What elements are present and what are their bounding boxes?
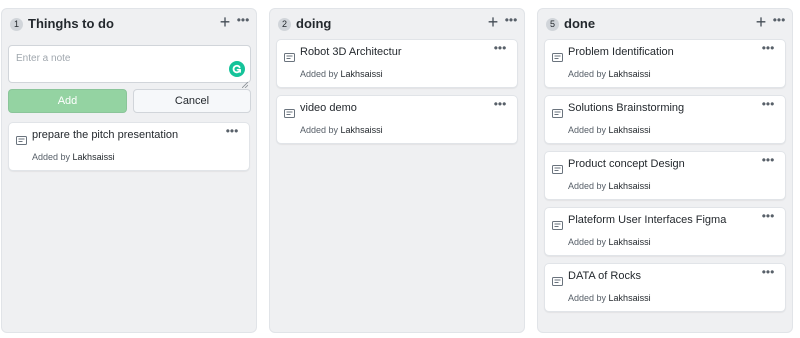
- plus-icon[interactable]: +: [754, 13, 768, 31]
- author-name[interactable]: Lakhsaissi: [609, 293, 651, 303]
- plus-icon[interactable]: +: [218, 13, 232, 31]
- note-card[interactable]: Product concept Design Added by Lakhsais…: [544, 151, 786, 200]
- card-title: Plateform User Interfaces Figma: [568, 214, 727, 226]
- card-title: video demo: [300, 102, 357, 114]
- author-name[interactable]: Lakhsaissi: [609, 237, 651, 247]
- card-count-badge: 5: [546, 18, 559, 31]
- card-title: Product concept Design: [568, 158, 685, 170]
- ellipsis-icon[interactable]: •••: [235, 11, 251, 29]
- column-todo: 1 Thinghs to do + ••• Add Cancel prepare…: [1, 8, 257, 333]
- column-doing: 2 doing + ••• Robot 3D Architectur Added…: [269, 8, 525, 333]
- note-card[interactable]: DATA of Rocks Added by Lakhsaissi •••: [544, 263, 786, 312]
- add-button[interactable]: Add: [8, 89, 127, 113]
- card-count-badge: 1: [10, 18, 23, 31]
- card-meta: Added by Lakhsaissi: [568, 293, 651, 303]
- card-meta: Added by Lakhsaissi: [32, 152, 115, 162]
- column-header: 1 Thinghs to do + •••: [2, 9, 256, 37]
- card-ellipsis-icon[interactable]: •••: [760, 153, 776, 167]
- card-meta: Added by Lakhsaissi: [300, 69, 383, 79]
- note-icon: [552, 217, 563, 230]
- added-by-label: Added by: [568, 181, 607, 191]
- card-ellipsis-icon[interactable]: •••: [224, 124, 240, 138]
- author-name[interactable]: Lakhsaissi: [609, 181, 651, 191]
- column-title: done: [564, 16, 596, 31]
- note-card[interactable]: video demo Added by Lakhsaissi •••: [276, 95, 518, 144]
- note-icon: [552, 273, 563, 286]
- resize-handle-icon[interactable]: [241, 75, 249, 89]
- added-by-label: Added by: [300, 69, 339, 79]
- ellipsis-icon[interactable]: •••: [771, 11, 787, 29]
- note-card[interactable]: Robot 3D Architectur Added by Lakhsaissi…: [276, 39, 518, 88]
- note-icon: [284, 49, 295, 62]
- card-meta: Added by Lakhsaissi: [568, 69, 651, 79]
- note-icon: [16, 132, 27, 145]
- note-icon: [284, 105, 295, 118]
- note-card[interactable]: Problem Identification Added by Lakhsais…: [544, 39, 786, 88]
- card-ellipsis-icon[interactable]: •••: [760, 265, 776, 279]
- card-meta: Added by Lakhsaissi: [568, 237, 651, 247]
- note-card[interactable]: Plateform User Interfaces Figma Added by…: [544, 207, 786, 256]
- added-by-label: Added by: [568, 69, 607, 79]
- card-count-badge: 2: [278, 18, 291, 31]
- card-meta: Added by Lakhsaissi: [568, 181, 651, 191]
- ellipsis-icon[interactable]: •••: [503, 11, 519, 29]
- note-icon: [552, 161, 563, 174]
- added-by-label: Added by: [568, 125, 607, 135]
- plus-icon[interactable]: +: [486, 13, 500, 31]
- added-by-label: Added by: [32, 152, 71, 162]
- author-name[interactable]: Lakhsaissi: [609, 125, 651, 135]
- note-icon: [552, 105, 563, 118]
- card-meta: Added by Lakhsaissi: [568, 125, 651, 135]
- cancel-button[interactable]: Cancel: [133, 89, 251, 113]
- column-header: 2 doing + •••: [270, 9, 524, 37]
- added-by-label: Added by: [300, 125, 339, 135]
- note-icon: [552, 49, 563, 62]
- card-title: DATA of Rocks: [568, 270, 641, 282]
- card-title: Solutions Brainstorming: [568, 102, 685, 114]
- card-meta: Added by Lakhsaissi: [300, 125, 383, 135]
- added-by-label: Added by: [568, 237, 607, 247]
- author-name[interactable]: Lakhsaissi: [609, 69, 651, 79]
- note-card[interactable]: prepare the pitch presentation Added by …: [8, 122, 250, 171]
- card-ellipsis-icon[interactable]: •••: [760, 209, 776, 223]
- author-name[interactable]: Lakhsaissi: [73, 152, 115, 162]
- card-ellipsis-icon[interactable]: •••: [760, 41, 776, 55]
- card-title: Problem Identification: [568, 46, 674, 58]
- column-title: Thinghs to do: [28, 16, 114, 31]
- column-header: 5 done + •••: [538, 9, 792, 37]
- note-card[interactable]: Solutions Brainstorming Added by Lakhsai…: [544, 95, 786, 144]
- card-title: prepare the pitch presentation: [32, 129, 179, 141]
- card-ellipsis-icon[interactable]: •••: [492, 97, 508, 111]
- card-ellipsis-icon[interactable]: •••: [492, 41, 508, 55]
- author-name[interactable]: Lakhsaissi: [341, 69, 383, 79]
- note-input[interactable]: [8, 45, 251, 83]
- card-title: Robot 3D Architectur: [300, 46, 402, 58]
- author-name[interactable]: Lakhsaissi: [341, 125, 383, 135]
- added-by-label: Added by: [568, 293, 607, 303]
- column-title: doing: [296, 16, 332, 31]
- column-done: 5 done + ••• Problem Identification Adde…: [537, 8, 793, 333]
- card-ellipsis-icon[interactable]: •••: [760, 97, 776, 111]
